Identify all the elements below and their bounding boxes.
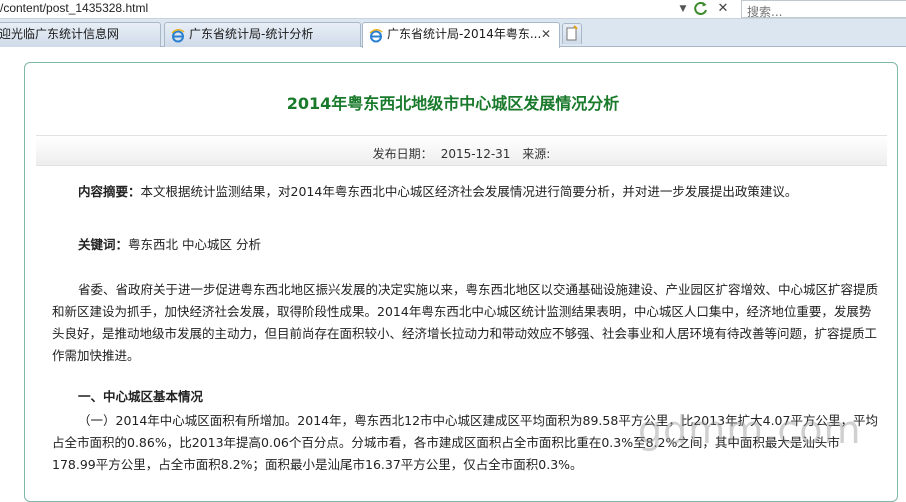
publish-date-label: 发布日期： <box>372 147 433 161</box>
tab-label: 广东省统计局-统计分析 <box>189 27 314 41</box>
summary-label: 内容摘要： <box>78 184 141 199</box>
stop-icon[interactable]: ✕ <box>714 0 732 18</box>
address-bar: /content/post_1435328.html ▼ ✕ <box>0 0 906 20</box>
ie-icon <box>369 28 383 43</box>
paragraph-intro: 省委、省政府关于进一步促进粤东西北地区振兴发展的决定实施以来，粤东西北地区以交通… <box>52 282 879 363</box>
close-icon[interactable]: ✕ <box>541 23 551 46</box>
watermark: gdmm.com <box>638 408 862 452</box>
tab-stats-analysis[interactable]: 广东省统计局-统计分析 <box>164 22 361 47</box>
meta-band: 发布日期： 2015-12-31 来源: <box>36 135 887 166</box>
page: 2014年粤东西北地级市中心城区发展情况分析 发布日期： 2015-12-31 来… <box>0 48 906 502</box>
page-title: 2014年粤东西北地级市中心城区发展情况分析 <box>286 94 620 113</box>
keywords: 关键词：粤东西北 中心城区 分析 <box>78 234 261 253</box>
tab-guangdong-stats-home[interactable]: 迎光临广东统计信息网 <box>0 22 161 47</box>
keywords-label: 关键词： <box>78 237 129 252</box>
new-tab-icon <box>566 25 578 41</box>
search-box[interactable] <box>741 0 906 20</box>
tab-bar: 迎光临广东统计信息网 广东省统计局-统计分析 广东省统计局-2014年粤东...… <box>0 19 906 48</box>
summary-text: 本文根据统计监测结果，对2014年粤东西北中心城区经济社会发展情况进行简要分析，… <box>140 184 798 199</box>
url-field[interactable]: /content/post_1435328.html <box>0 1 148 15</box>
summary: 内容摘要：本文根据统计监测结果，对2014年粤东西北中心城区经济社会发展情况进行… <box>78 181 797 200</box>
ie-icon <box>171 28 185 43</box>
chevron-down-icon[interactable]: ▼ <box>675 0 691 18</box>
keywords-text: 粤东西北 中心城区 分析 <box>128 237 261 252</box>
publish-meta: 发布日期： 2015-12-31 来源: <box>36 145 887 162</box>
tab-2014-article[interactable]: 广东省统计局-2014年粤东... ✕ <box>362 22 560 48</box>
tab-label: 迎光临广东统计信息网 <box>0 27 120 41</box>
refresh-icon[interactable] <box>692 0 710 18</box>
search-input[interactable] <box>742 4 906 20</box>
source-label: 来源: <box>522 147 551 161</box>
section-heading: 一、中心城区基本情况 <box>78 389 204 404</box>
tab-label: 广东省统计局-2014年粤东... <box>387 27 542 41</box>
publish-date: 2015-12-31 <box>440 147 511 161</box>
new-tab-button[interactable] <box>562 23 582 44</box>
